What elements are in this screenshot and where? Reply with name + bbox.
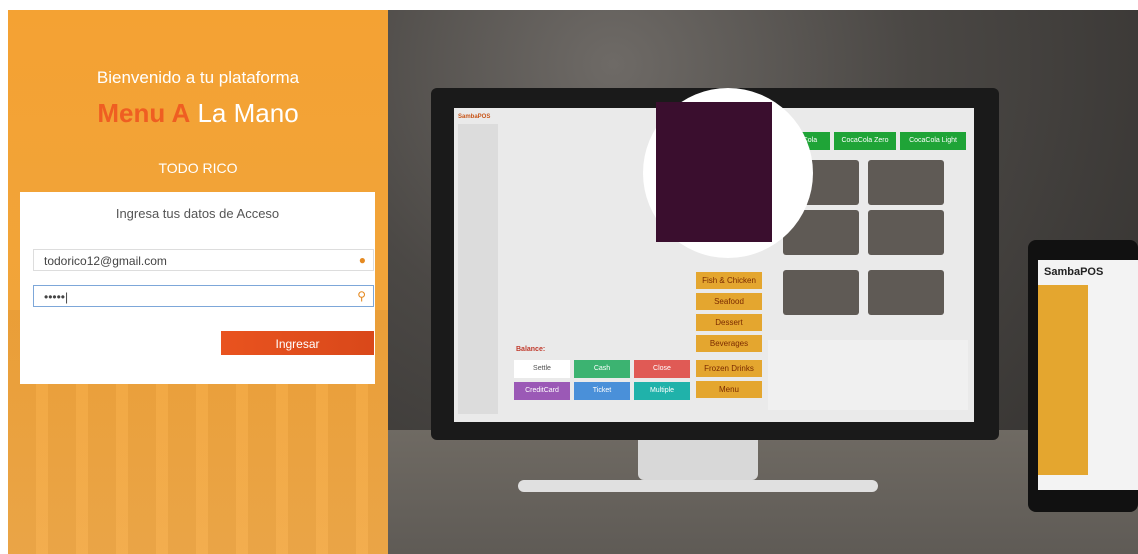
password-value: •••••|	[44, 290, 69, 304]
tablet-menu	[1038, 285, 1088, 475]
pos-side-menu	[458, 124, 498, 414]
login-title: Ingresa tus datos de Acceso	[115, 206, 280, 221]
drink-item: CocaCola Light	[900, 132, 966, 150]
drink-item: CocaCola Zero	[834, 132, 896, 150]
balance-label: Balance:	[516, 346, 546, 353]
numpad	[768, 340, 968, 410]
email-value: todorico12@gmail.com	[44, 254, 167, 268]
pos-button: Close	[634, 360, 690, 378]
pos-button: Ticket	[574, 382, 630, 400]
monitor-base	[518, 480, 878, 492]
login-form: Ingresa tus datos de Acceso todorico12@g…	[20, 192, 375, 384]
terminal-window	[656, 102, 772, 242]
hero-panel: Bienvenido a tu plataforma Menu A La Man…	[8, 10, 388, 554]
user-icon: ●	[358, 253, 366, 267]
food-photo	[868, 210, 944, 255]
category-item: Fish & Chicken	[696, 272, 762, 289]
background-photo: SambaPOS aCola CocaCola Zero CocaCola Li…	[388, 10, 1138, 554]
tablet-logo: SambaPOS	[1044, 266, 1104, 278]
pos-button: Cash	[574, 360, 630, 378]
email-field[interactable]: todorico12@gmail.com ●	[33, 249, 374, 271]
food-photo	[868, 270, 944, 315]
category-item: Beverages	[696, 335, 762, 352]
food-photo	[868, 160, 944, 205]
pos-button: Settle	[514, 360, 570, 378]
brand-rest: La Mano	[190, 98, 299, 128]
desk	[388, 430, 1138, 554]
category-item: Frozen Drinks	[696, 360, 762, 377]
category-item: Menu	[696, 381, 762, 398]
brand-accent: Menu A	[97, 98, 191, 128]
food-photo	[783, 270, 859, 315]
monitor-stand	[638, 440, 758, 480]
password-field[interactable]: •••••| ⚲	[33, 285, 374, 307]
welcome-text: Bienvenido a tu plataforma	[96, 68, 300, 87]
pos-logo: SambaPOS	[458, 114, 491, 120]
pos-button: CreditCard	[514, 382, 570, 400]
category-item: Seafood	[696, 293, 762, 310]
key-icon: ⚲	[357, 289, 366, 303]
submit-button[interactable]: Ingresar	[221, 331, 374, 355]
pos-button: Multiple	[634, 382, 690, 400]
category-item: Dessert	[696, 314, 762, 331]
brand-title: Menu A La Mano	[8, 98, 388, 129]
tagline: TODO RICO	[158, 160, 238, 176]
